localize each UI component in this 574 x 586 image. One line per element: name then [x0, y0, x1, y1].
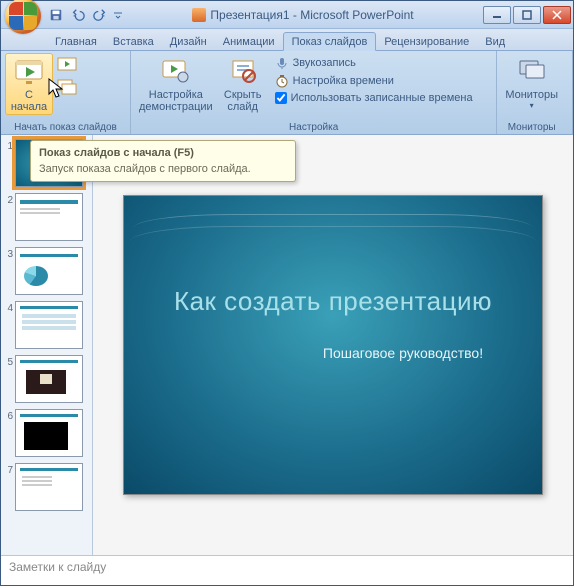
tab-design[interactable]: Дизайн — [162, 33, 215, 50]
tab-insert[interactable]: Вставка — [105, 33, 162, 50]
group-start-slideshow: С начала Начать показ слайдов — [1, 51, 131, 134]
mic-icon — [275, 56, 289, 70]
from-current-button[interactable] — [55, 55, 79, 75]
group-label-monitors: Мониторы — [501, 121, 562, 134]
titlebar: Презентация1 - Microsoft PowerPoint — [1, 1, 573, 29]
quick-access-toolbar — [47, 6, 123, 24]
window-title: Презентация1 - Microsoft PowerPoint — [123, 8, 483, 22]
use-rehearsed-checkbox[interactable]: Использовать записанные времена — [273, 91, 475, 105]
tab-animations[interactable]: Анимации — [215, 33, 283, 50]
tooltip-body: Запуск показа слайдов с первого слайда. — [39, 163, 287, 175]
slide-subtitle[interactable]: Пошаговое руководство! — [264, 345, 542, 361]
maximize-button[interactable] — [513, 6, 541, 24]
custom-show-button[interactable] — [55, 77, 79, 97]
group-setup: Настройка демонстрации Скрыть слайд Звук… — [131, 51, 497, 134]
hide-icon — [227, 55, 259, 87]
tab-slideshow[interactable]: Показ слайдов — [283, 32, 377, 51]
hide-label: Скрыть слайд — [224, 89, 262, 113]
thumbnail-3[interactable] — [15, 247, 83, 295]
record-narration-button[interactable]: Звукозапись — [273, 55, 475, 71]
tab-review[interactable]: Рецензирование — [376, 33, 477, 50]
clock-icon — [275, 74, 289, 88]
slide-canvas[interactable]: Как создать презентацию Пошаговое руково… — [93, 135, 573, 555]
rehearse-timings-button[interactable]: Настройка времени — [273, 73, 475, 89]
tooltip-from-beginning: Показ слайдов с начала (F5) Запуск показ… — [30, 140, 296, 182]
close-button[interactable] — [543, 6, 571, 24]
redo-button[interactable] — [91, 6, 109, 24]
slide-content[interactable]: Как создать презентацию Пошаговое руково… — [123, 195, 543, 495]
app-icon — [192, 8, 206, 22]
thumbnail-7[interactable] — [15, 463, 83, 511]
use-rehearsed-check[interactable] — [275, 92, 287, 104]
thumbnail-2[interactable] — [15, 193, 83, 241]
play-icon — [13, 55, 45, 87]
tooltip-title: Показ слайдов с начала (F5) — [39, 147, 287, 159]
chevron-down-icon: ▾ — [530, 102, 534, 111]
qat-customize-icon[interactable] — [113, 6, 123, 24]
setup-slideshow-button[interactable]: Настройка демонстрации — [135, 53, 217, 115]
slide-title[interactable]: Как создать презентацию — [124, 286, 542, 317]
tab-view[interactable]: Вид — [477, 33, 513, 50]
thumbnail-4[interactable] — [15, 301, 83, 349]
setup-icon — [160, 55, 192, 87]
save-button[interactable] — [47, 6, 65, 24]
monitor-icon — [516, 55, 548, 87]
content-area: 1 2 3 4 5 6 7 Как создать презентацию По… — [1, 135, 573, 555]
window-controls — [483, 6, 573, 24]
minimize-button[interactable] — [483, 6, 511, 24]
setup-label: Настройка демонстрации — [139, 89, 213, 113]
group-label-setup: Настройка — [135, 121, 492, 134]
group-label-start: Начать показ слайдов — [5, 121, 126, 134]
from-beginning-button[interactable]: С начала — [5, 53, 53, 115]
group-monitors: Мониторы ▾ Мониторы — [497, 51, 573, 134]
tab-home[interactable]: Главная — [47, 33, 105, 50]
notes-pane[interactable]: Заметки к слайду — [1, 555, 573, 585]
from-beginning-label: С начала — [11, 89, 47, 113]
thumbnail-5[interactable] — [15, 355, 83, 403]
undo-button[interactable] — [69, 6, 87, 24]
hide-slide-button[interactable]: Скрыть слайд — [219, 53, 267, 115]
monitors-button[interactable]: Мониторы ▾ — [501, 53, 562, 113]
thumbnail-6[interactable] — [15, 409, 83, 457]
office-button[interactable] — [5, 0, 41, 34]
slide-editor: Как создать презентацию Пошаговое руково… — [93, 135, 573, 555]
ribbon: С начала Начать показ слайдов Настройка … — [1, 51, 573, 135]
ribbon-tabs: Главная Вставка Дизайн Анимации Показ сл… — [1, 29, 573, 51]
slide-thumbnails[interactable]: 1 2 3 4 5 6 7 — [1, 135, 93, 555]
